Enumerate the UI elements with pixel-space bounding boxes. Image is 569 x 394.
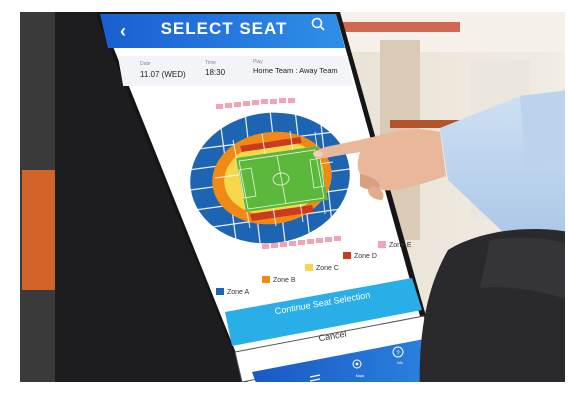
- event-info-row: Date 11.07 (WED) Time 18:30 Play Home Te…: [117, 56, 354, 86]
- zone-c-swatch: [305, 264, 313, 271]
- kiosk-photo-scene: ‹ SELECT SEAT Date 11.07 (WED) Time 18:3…: [0, 0, 569, 394]
- date-label: Date: [140, 61, 151, 67]
- back-icon[interactable]: ‹: [120, 21, 126, 41]
- zone-a-swatch: [216, 288, 224, 295]
- info-label: Info: [397, 361, 403, 365]
- play-value: Home Team : Away Team: [253, 66, 338, 75]
- date-value: 11.07 (WED): [140, 70, 186, 79]
- zone-e-swatch: [378, 241, 386, 248]
- time-value: 18:30: [205, 68, 226, 77]
- zone-d-swatch: [343, 252, 351, 259]
- legend-item-zone-d[interactable]: Zone D: [343, 252, 377, 260]
- zone-b-label: Zone B: [273, 277, 296, 284]
- legend-item-zone-c[interactable]: Zone C: [305, 264, 339, 272]
- zone-b-swatch: [262, 276, 270, 283]
- maps-label: Maps: [356, 374, 365, 378]
- zone-a-label: Zone A: [227, 289, 250, 296]
- legend-item-zone-e[interactable]: Zone E: [378, 241, 412, 249]
- page-title: SELECT SEAT: [161, 19, 288, 38]
- legend-item-zone-b[interactable]: Zone B: [262, 276, 296, 284]
- zone-c-label: Zone C: [316, 265, 339, 272]
- kiosk-photo: ‹ SELECT SEAT Date 11.07 (WED) Time 18:3…: [0, 0, 569, 394]
- time-label: Time: [205, 60, 216, 66]
- zone-e-label: Zone E: [389, 242, 412, 249]
- zone-d-label: Zone D: [354, 253, 377, 260]
- legend-item-zone-a[interactable]: Zone A: [216, 288, 250, 296]
- play-label: Play: [253, 59, 263, 65]
